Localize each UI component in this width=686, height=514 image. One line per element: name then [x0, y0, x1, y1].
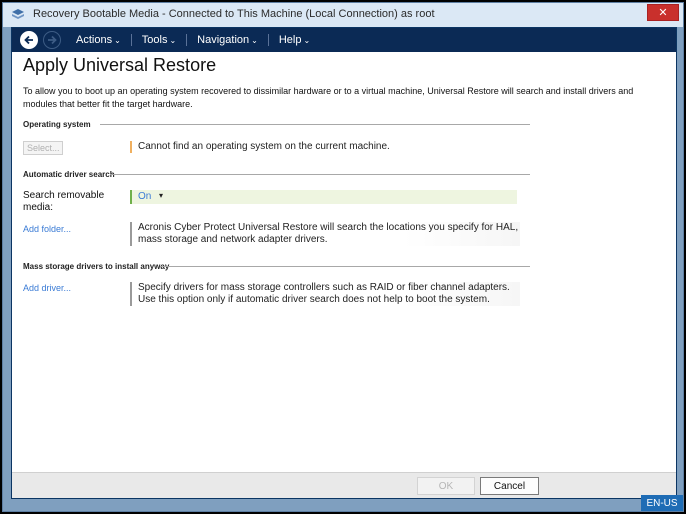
- search-removable-dropdown[interactable]: On ▾: [130, 190, 517, 204]
- auto-note: Acronis Cyber Protect Universal Restore …: [130, 222, 520, 246]
- content-area: Apply Universal Restore To allow you to …: [12, 52, 676, 472]
- locale-badge[interactable]: EN-US: [641, 495, 683, 511]
- main-window: Actions ⌄ Tools ⌄ Navigation ⌄ Help ⌄ Ap…: [11, 27, 677, 499]
- menu-label: Actions: [76, 34, 113, 46]
- menu-label: Tools: [141, 34, 168, 46]
- close-icon: ✕: [658, 7, 668, 19]
- select-os-button[interactable]: Select...: [23, 141, 63, 155]
- menu-bar: Actions ⌄ Tools ⌄ Navigation ⌄ Help ⌄: [76, 28, 310, 52]
- cancel-button[interactable]: Cancel: [480, 477, 539, 495]
- back-button[interactable]: [20, 31, 38, 49]
- app-icon: [12, 9, 24, 19]
- ok-button[interactable]: OK: [417, 477, 475, 495]
- menu-actions[interactable]: Actions ⌄: [76, 34, 121, 46]
- section-divider: [110, 174, 530, 175]
- arrow-right-icon: [48, 35, 57, 45]
- mass-note: Specify drivers for mass storage control…: [130, 282, 520, 306]
- section-divider: [160, 266, 530, 267]
- arrow-left-icon: [24, 35, 33, 45]
- menu-separator: [267, 34, 269, 46]
- chevron-down-icon: ⌄: [169, 35, 177, 45]
- menu-separator: [130, 34, 132, 46]
- close-button[interactable]: ✕: [647, 4, 679, 21]
- section-header-auto: Automatic driver search: [23, 170, 115, 179]
- dialog-footer: OK Cancel: [12, 472, 676, 498]
- chevron-down-icon: ⌄: [114, 35, 121, 45]
- chevron-down-icon: ⌄: [303, 35, 311, 45]
- intro-text: To allow you to boot up an operating sys…: [23, 86, 634, 109]
- section-header-mass: Mass storage drivers to install anyway: [23, 262, 170, 271]
- section-header-os: Operating system: [23, 120, 91, 129]
- menu-label: Navigation: [197, 34, 250, 46]
- menu-navigation[interactable]: Navigation ⌄: [197, 34, 258, 46]
- window-title: Recovery Bootable Media - Connected to T…: [33, 8, 435, 20]
- menu-help[interactable]: Help ⌄: [279, 34, 310, 46]
- chevron-down-icon: ⌄: [251, 35, 258, 45]
- os-note: Cannot find an operating system on the c…: [130, 141, 525, 153]
- title-bar: Recovery Bootable Media - Connected to T…: [3, 3, 683, 27]
- menu-tools[interactable]: Tools ⌄: [142, 34, 176, 46]
- search-removable-label: Search removable media:: [23, 190, 105, 213]
- caret-down-icon: ▾: [159, 191, 164, 200]
- forward-button[interactable]: [43, 31, 61, 49]
- page-title: Apply Universal Restore: [23, 55, 217, 75]
- window-frame: Recovery Bootable Media - Connected to T…: [2, 2, 684, 512]
- menu-separator: [186, 34, 188, 46]
- nav-bar: Actions ⌄ Tools ⌄ Navigation ⌄ Help ⌄: [12, 28, 676, 52]
- add-driver-link[interactable]: Add driver...: [23, 283, 71, 293]
- menu-label: Help: [278, 34, 302, 46]
- add-folder-link[interactable]: Add folder...: [23, 224, 71, 234]
- section-divider: [100, 124, 530, 125]
- search-removable-value: On: [138, 191, 152, 202]
